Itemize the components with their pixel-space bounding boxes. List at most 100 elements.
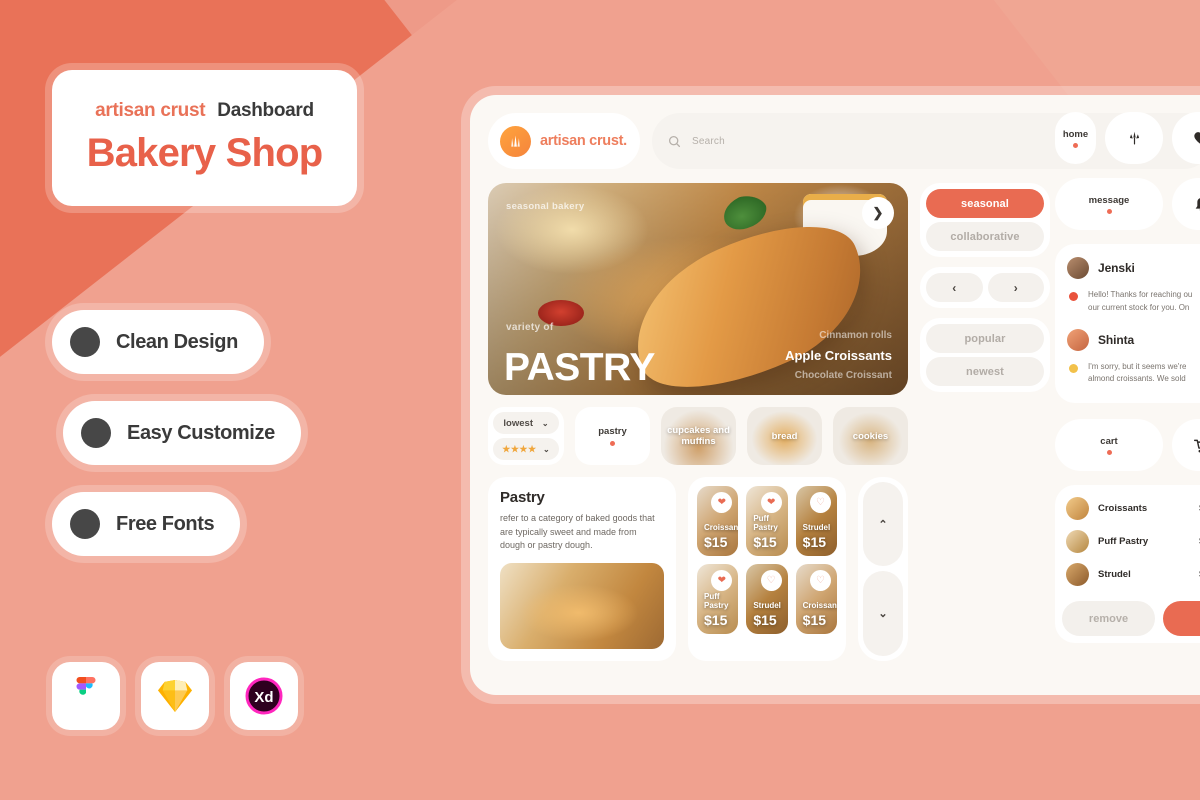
- info-card-pastry: Pastry refer to a category of baked good…: [488, 477, 676, 661]
- category-label: cookies: [852, 430, 889, 442]
- chevron-down-icon: ⌄: [541, 418, 549, 428]
- product-name: Puff Pastry: [753, 514, 778, 532]
- nav-favorites[interactable]: [1172, 112, 1200, 164]
- cart-item[interactable]: Puff Pastry $15: [1062, 525, 1200, 558]
- promo-column: artisan crust Dashboard Bakery Shop Clea…: [0, 0, 420, 800]
- hero-list-item[interactable]: Chocolate Croissant: [795, 370, 892, 381]
- info-image: [500, 562, 664, 649]
- product-card[interactable]: ❤ Puff Pastry $15: [697, 564, 739, 634]
- active-dot-indicator: [1106, 208, 1112, 214]
- filter-chip-newest[interactable]: newest: [926, 357, 1044, 386]
- product-grid-card: ❤ Croissants $15 ❤ Puff Pastry $15 ♡ Str…: [688, 477, 846, 661]
- product-price: $15: [704, 534, 728, 550]
- hero-subtitle: variety of: [506, 322, 554, 333]
- product-card[interactable]: ♡ Strudel $15: [795, 486, 837, 556]
- favorite-heart-icon[interactable]: ❤: [711, 492, 733, 513]
- product-price: $15: [802, 534, 827, 550]
- right-rail: home message Jenski Hello! Thanks for re…: [1055, 112, 1200, 644]
- cart-item[interactable]: Croissants $15: [1062, 492, 1200, 525]
- status-dot: [1069, 292, 1078, 301]
- logo[interactable]: artisan crust.: [488, 113, 640, 169]
- favorite-heart-icon[interactable]: ♡: [760, 570, 782, 591]
- nav-notifications[interactable]: [1172, 178, 1200, 230]
- favorite-heart-icon[interactable]: ❤: [760, 492, 782, 513]
- messages-card: Jenski Hello! Thanks for reaching ou our…: [1055, 244, 1200, 404]
- message-preview[interactable]: Hello! Thanks for reaching ou our curren…: [1063, 284, 1200, 324]
- hero-list-item-active[interactable]: Apple Croissants: [785, 348, 892, 363]
- cart-item-name: Croissants: [1098, 503, 1148, 515]
- filter-chip-popular[interactable]: popular: [926, 324, 1044, 353]
- checkout-button[interactable]: [1163, 601, 1200, 637]
- remove-button[interactable]: remove: [1062, 601, 1155, 637]
- message-line-1: Hello! Thanks for reaching ou: [1088, 290, 1193, 299]
- info-description: refer to a category of baked goods that …: [500, 513, 655, 550]
- status-dot: [1069, 363, 1078, 373]
- bell-icon: [1195, 196, 1200, 211]
- scroll-up-button[interactable]: ⌃: [863, 482, 903, 567]
- nav-home[interactable]: home: [1055, 112, 1096, 164]
- message-preview[interactable]: I'm sorry, but it seems we're almond cro…: [1063, 356, 1200, 396]
- favorite-heart-icon[interactable]: ❤: [711, 570, 733, 591]
- sketch-icon: [158, 679, 192, 713]
- category-label: cupcakes and muffins: [667, 425, 730, 447]
- category-label: pastry: [598, 426, 627, 437]
- favorite-heart-icon[interactable]: ♡: [809, 492, 831, 513]
- nav-cart[interactable]: cart: [1055, 419, 1163, 472]
- message-text: Hello! Thanks for reaching ou our curren…: [1088, 289, 1192, 315]
- message-sender-name: Jenski: [1098, 261, 1135, 275]
- next-button[interactable]: ›: [987, 273, 1044, 302]
- product-card[interactable]: ❤ Puff Pastry $15: [746, 486, 788, 556]
- cart-button[interactable]: [1172, 419, 1200, 472]
- cart-item[interactable]: Strudel $15: [1062, 558, 1200, 591]
- nav-categories[interactable]: [1105, 112, 1163, 164]
- bullet-icon: [81, 418, 111, 448]
- feature-label: Free Fonts: [116, 512, 215, 535]
- hero-leaf-decor: [719, 189, 772, 234]
- sort-rating-dropdown[interactable]: ★★★★ ⌄: [493, 438, 559, 460]
- prev-button[interactable]: ‹: [926, 273, 983, 302]
- chevron-down-icon: ⌄: [543, 444, 550, 454]
- filter-chip-seasonal[interactable]: seasonal: [926, 189, 1044, 218]
- message-sender-shinta[interactable]: Shinta: [1063, 324, 1200, 356]
- feature-clean-design: Clean Design: [52, 310, 264, 374]
- hero-next-button[interactable]: ❯: [862, 197, 894, 229]
- cart-items-card: Croissants $15 Puff Pastry $15 Strudel $…: [1055, 485, 1200, 644]
- message-sender-jenski[interactable]: Jenski: [1063, 252, 1200, 284]
- product-price: $15: [753, 534, 777, 550]
- favorite-heart-icon[interactable]: ♡: [809, 570, 831, 591]
- page-title: Bakery Shop: [86, 131, 324, 175]
- category-tile-cookies[interactable]: cookies: [833, 407, 908, 465]
- product-card[interactable]: ❤ Croissants $15: [697, 486, 739, 556]
- category-tile-pastry[interactable]: pastry: [575, 407, 650, 465]
- category-tile-cupcakes[interactable]: cupcakes and muffins: [661, 407, 736, 465]
- product-card[interactable]: ♡ Strudel $15: [746, 564, 788, 634]
- message-sender-name: Shinta: [1098, 332, 1135, 347]
- hero-column: seasonal bakery variety of PASTRY Cinnam…: [488, 183, 908, 661]
- brand-name: artisan crust: [95, 100, 206, 121]
- category-tile-bread[interactable]: bread: [747, 407, 822, 465]
- message-line-2: our current stock for you. On: [1088, 302, 1190, 312]
- hero-item-list: Cinnamon rolls Apple Croissants Chocolat…: [785, 330, 892, 381]
- catalog-row: Pastry refer to a category of baked good…: [488, 477, 908, 661]
- nav-message[interactable]: message: [1055, 178, 1163, 230]
- adobe-xd-app-tile[interactable]: Xd: [230, 662, 298, 730]
- filter-column: seasonal collaborative ‹ › popular newes…: [920, 183, 1050, 661]
- figma-app-tile[interactable]: [52, 662, 120, 730]
- product-card[interactable]: ♡ Croissants $15: [795, 564, 837, 634]
- feature-label: Easy Customize: [127, 421, 275, 444]
- product-name: Croissants: [704, 523, 739, 532]
- sketch-app-tile[interactable]: [141, 662, 209, 730]
- rating-stars: ★★★★: [502, 443, 537, 454]
- scroll-controls: ⌃ ⌄: [858, 477, 908, 661]
- cart-action-row: remove: [1062, 601, 1200, 637]
- cart-item-name: Puff Pastry: [1098, 536, 1149, 548]
- filter-chip-collaborative[interactable]: collaborative: [926, 222, 1044, 251]
- scroll-down-button[interactable]: ⌄: [863, 571, 903, 656]
- section-name: Dashboard: [217, 100, 314, 121]
- hero-list-item[interactable]: Cinnamon rolls: [819, 330, 892, 341]
- figma-icon: [76, 677, 96, 695]
- sort-price-dropdown[interactable]: lowest ⌄: [493, 412, 559, 434]
- hero-banner[interactable]: seasonal bakery variety of PASTRY Cinnam…: [488, 183, 908, 395]
- bullet-icon: [70, 509, 100, 539]
- heart-icon: [1193, 132, 1200, 145]
